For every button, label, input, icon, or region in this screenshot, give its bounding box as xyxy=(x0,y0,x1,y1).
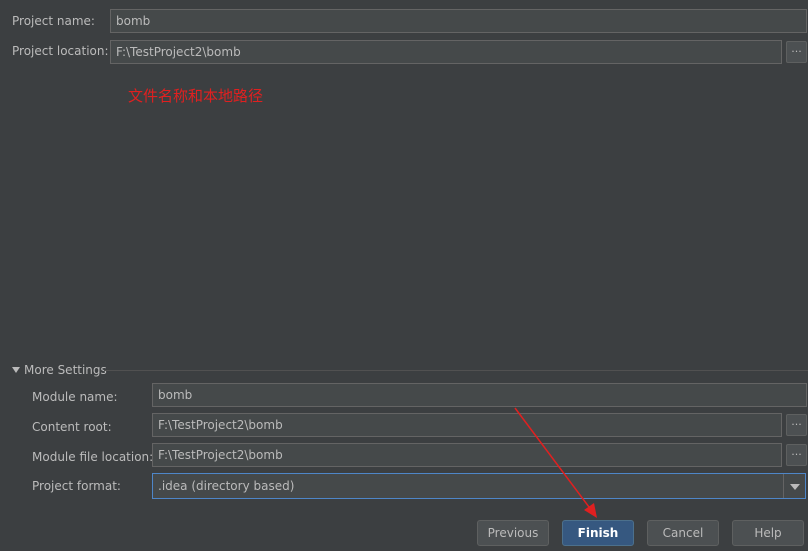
annotation-arrow-icon xyxy=(514,407,597,518)
